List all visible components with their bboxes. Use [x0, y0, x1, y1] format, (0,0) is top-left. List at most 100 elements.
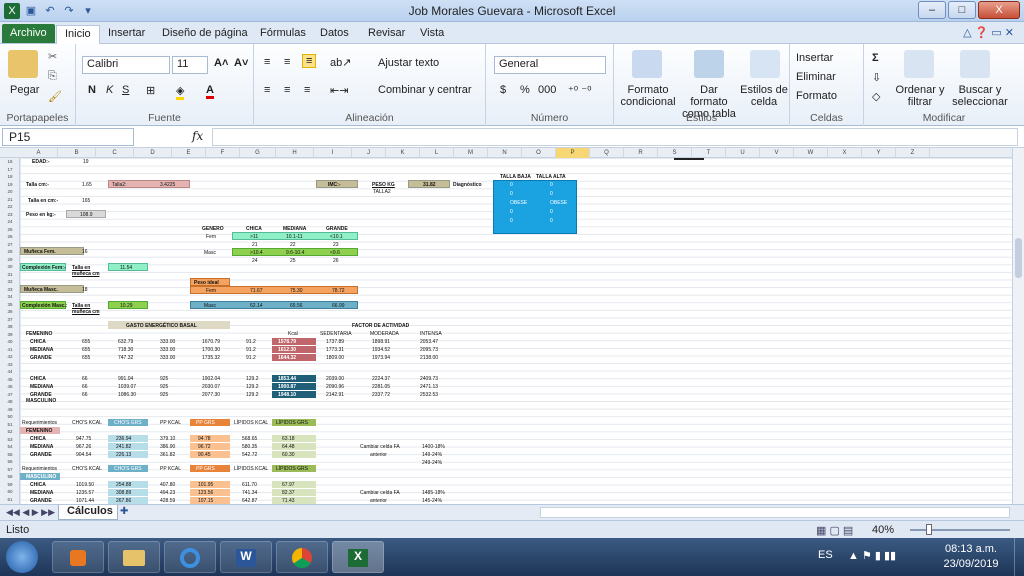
sedentaria-value[interactable]: 2142.91 [326, 392, 344, 398]
pp-kcal-header[interactable]: PP KCAL [160, 420, 181, 426]
delete-cells-button[interactable]: Eliminar [796, 71, 836, 83]
cell-styles-icon[interactable] [750, 50, 780, 78]
fill-color-icon[interactable]: ◈ [176, 84, 185, 100]
worksheet-grid[interactable]: EDAD:- 19 Talla cm:- 1.65 Talla2: 3.4225… [20, 158, 1012, 504]
geb-c[interactable]: 333.00 [160, 339, 175, 345]
zoom-slider-thumb[interactable] [926, 524, 932, 535]
name-box[interactable]: P15 [2, 128, 134, 146]
geb-row-label[interactable]: GRANDE [30, 392, 52, 398]
kcal-value[interactable]: 1853.44 [278, 376, 296, 382]
grow-font-icon[interactable]: A˄ [214, 57, 228, 69]
req-label[interactable]: Requerimientos [22, 466, 57, 472]
tab-revisar[interactable]: Revisar [360, 25, 413, 44]
geb-b[interactable]: 718.30 [118, 347, 133, 353]
chrome-icon[interactable] [276, 541, 328, 573]
req-row-label[interactable]: MEDIANA [30, 490, 53, 496]
table-format-icon[interactable] [694, 50, 724, 78]
autosum-icon[interactable]: Σ [872, 52, 879, 64]
pp-grs-header[interactable]: PP GRS [196, 420, 215, 426]
word-icon[interactable]: W [220, 541, 272, 573]
ie-browser-icon[interactable] [164, 541, 216, 573]
kcal-value[interactable]: 1948.10 [278, 392, 296, 398]
align-left-icon[interactable]: ≡ [264, 84, 270, 96]
geb-row-label[interactable]: MEDIANA [30, 347, 53, 353]
decimals-icon[interactable]: ⁺⁰ ⁻⁰ [568, 84, 592, 97]
cho-kcal-value[interactable]: 967.26 [76, 444, 91, 450]
sedentaria-value[interactable]: 1737.89 [326, 339, 344, 345]
align-top-icon[interactable]: ≡ [264, 56, 270, 68]
geb-row-label[interactable]: CHICA [30, 376, 46, 382]
cho-grs-value[interactable]: 241.82 [116, 444, 131, 450]
sheet-tab-calculos[interactable]: Cálculos [58, 505, 118, 520]
kcal-value[interactable]: 1578.79 [278, 339, 296, 345]
row-header[interactable]: 43 [0, 362, 20, 369]
lip-kcal-value[interactable]: 611.70 [242, 482, 257, 488]
tray-icons[interactable]: ▲ ⚑ ▮ ▮▮ [848, 549, 896, 562]
intensa-value[interactable]: 2409.73 [420, 376, 438, 382]
edad-value[interactable]: 19 [83, 159, 89, 165]
tab-datos[interactable]: Datos [312, 25, 357, 44]
diagnosis-cell[interactable]: 0 [550, 218, 553, 224]
row-header[interactable]: 16 [0, 159, 20, 166]
geb-c[interactable]: 925 [160, 392, 168, 398]
view-buttons-icon[interactable]: ▦ ▢ ▤ [816, 524, 853, 537]
sort-filter-icon[interactable] [904, 50, 934, 78]
pp-kcal-value[interactable]: 407.80 [160, 482, 175, 488]
row-header[interactable]: 31 [0, 272, 20, 279]
tab-diseno[interactable]: Diseño de página [154, 25, 256, 44]
geb-d[interactable]: 1902.04 [202, 376, 220, 382]
sedentaria-value[interactable]: 1773.31 [326, 347, 344, 353]
insert-cells-button[interactable]: Insertar [796, 52, 833, 64]
lip-kcal-value[interactable]: 741.34 [242, 490, 257, 496]
row-header[interactable]: 50 [0, 414, 20, 421]
lip-grs-value[interactable]: 63.18 [282, 436, 295, 442]
req-masculino-label[interactable]: MASCULINO [26, 474, 56, 480]
cond-format-icon[interactable] [632, 50, 662, 78]
row-header[interactable]: 36 [0, 309, 20, 316]
geb-c[interactable]: 925 [160, 376, 168, 382]
align-bottom-icon[interactable]: ≡ [302, 54, 317, 68]
pp-kcal-value[interactable]: 494.23 [160, 490, 175, 496]
geb-d[interactable]: 1670.79 [202, 339, 220, 345]
row-header[interactable]: 42 [0, 354, 20, 361]
font-size-select[interactable]: 11 [172, 56, 208, 74]
muneca-masc-value[interactable]: 18 [82, 287, 88, 293]
thousands-button[interactable]: 000 [538, 84, 556, 96]
lip-grs-value[interactable]: 64.48 [282, 444, 295, 450]
req-row-label[interactable]: CHICA [30, 482, 46, 488]
row-header[interactable]: 40 [0, 339, 20, 346]
cho-grs-header[interactable]: CHO'S GRS [114, 466, 142, 472]
lip-kcal-header[interactable]: LÍPIDOS KCAL [234, 466, 268, 472]
cho-grs-value[interactable]: 226.13 [116, 452, 131, 458]
row-header[interactable]: 60 [0, 489, 20, 496]
geb-e[interactable]: 91.2 [246, 339, 256, 345]
column-header[interactable]: R [624, 148, 658, 158]
geb-a[interactable]: 66 [82, 376, 88, 382]
new-sheet-icon[interactable]: ✚ [120, 506, 128, 517]
tab-inicio[interactable]: Inicio [56, 25, 100, 44]
cho-grs-value[interactable]: 308.89 [116, 490, 131, 496]
row-header[interactable]: 58 [0, 474, 20, 481]
geb-a[interactable]: 655 [82, 339, 90, 345]
row-header[interactable]: 39 [0, 332, 20, 339]
merge-center-button[interactable]: Combinar y centrar [378, 84, 472, 96]
column-header[interactable]: D [134, 148, 172, 158]
row-header[interactable]: 56 [0, 459, 20, 466]
geb-b[interactable]: 991.04 [118, 376, 133, 382]
row-header[interactable]: 19 [0, 182, 20, 189]
row-header[interactable]: 21 [0, 197, 20, 204]
close-button[interactable]: X [978, 1, 1020, 19]
indent-icon[interactable]: ⇤⇥ [330, 84, 348, 97]
formula-input[interactable] [212, 128, 1018, 146]
shrink-font-icon[interactable]: A˅ [234, 57, 248, 69]
row-header[interactable]: 44 [0, 369, 20, 376]
maximize-button[interactable]: □ [948, 1, 976, 19]
clock-time[interactable]: 08:13 a.m. [936, 543, 1006, 555]
sheet-nav-icon[interactable]: ◀◀ ◀ ▶ ▶▶ [6, 507, 55, 518]
pp-grs-value[interactable]: 90.45 [198, 452, 211, 458]
column-header[interactable]: Q [590, 148, 624, 158]
row-header[interactable]: 32 [0, 279, 20, 286]
cell-styles-button[interactable]: Estilos de celda [740, 84, 788, 108]
media-player-icon[interactable] [52, 541, 104, 573]
minimize-button[interactable]: – [918, 1, 946, 19]
